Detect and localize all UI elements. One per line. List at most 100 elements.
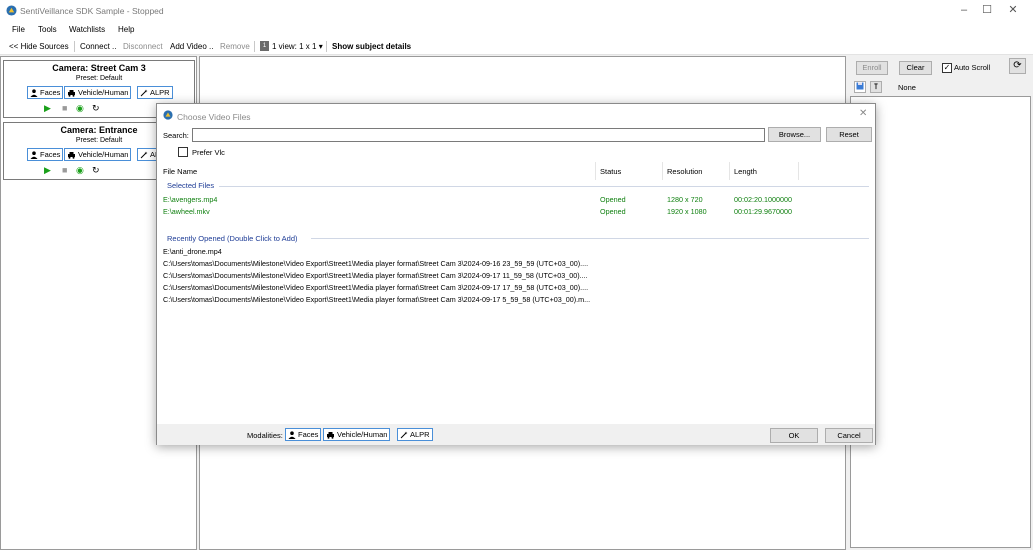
vehicle-icon xyxy=(327,432,334,439)
subjects-list[interactable] xyxy=(850,96,1031,548)
column-header-status[interactable]: Status xyxy=(600,167,621,176)
rotate-view-button[interactable]: ⟳ xyxy=(1009,58,1026,74)
alpr-toggle[interactable]: ALPR xyxy=(137,86,173,99)
rotate-icon: ⟳ xyxy=(1013,60,1022,71)
auto-scroll-label: Auto Scroll xyxy=(954,63,991,72)
cancel-button[interactable]: Cancel xyxy=(825,428,873,443)
camera-title: Camera: Street Cam 3 xyxy=(52,63,146,73)
selected-file-length: 00:01:29.9670000 xyxy=(734,207,792,216)
recent-file-item[interactable]: C:\Users\tomas\Documents\Milestone\Video… xyxy=(163,259,588,268)
refresh-icon[interactable]: ↻ xyxy=(92,104,100,113)
vehicle-human-toggle[interactable]: Vehicle/Human xyxy=(323,428,391,441)
eye-icon[interactable]: ◉ xyxy=(76,166,84,175)
close-icon: ✕ xyxy=(859,108,868,119)
toolbar-separator xyxy=(74,41,75,52)
selected-file-name[interactable]: E:\avengers.mp4 xyxy=(163,195,217,204)
app-logo-icon xyxy=(6,5,17,16)
prefer-vlc-label: Prefer Vlc xyxy=(192,148,225,157)
search-label: Search: xyxy=(163,131,189,140)
menu-tools[interactable]: Tools xyxy=(38,25,57,34)
column-separator xyxy=(662,162,663,180)
menu-bar: File Tools Watchlists Help xyxy=(0,22,1033,38)
chevron-down-icon: ▾ xyxy=(318,42,323,51)
column-separator xyxy=(798,162,799,180)
selected-file-resolution: 1280 x 720 xyxy=(667,195,703,204)
alpr-toggle[interactable]: ALPR xyxy=(397,428,433,441)
column-header-file-name[interactable]: File Name xyxy=(163,167,197,176)
toolbar-separator xyxy=(326,41,327,52)
modalities-label: Modalities: xyxy=(247,431,283,440)
enroll-button[interactable]: Enroll xyxy=(856,61,888,75)
dialog-title: Choose Video Files xyxy=(177,112,251,122)
add-video-button[interactable]: Add Video .. xyxy=(170,42,213,51)
stop-icon[interactable]: ■ xyxy=(62,104,67,113)
disk-icon xyxy=(856,82,864,90)
group-divider xyxy=(219,186,869,187)
clear-button[interactable]: Clear xyxy=(899,61,932,75)
recent-file-item[interactable]: C:\Users\tomas\Documents\Milestone\Video… xyxy=(163,271,588,280)
selected-file-status: Opened xyxy=(600,207,626,216)
stop-icon[interactable]: ■ xyxy=(62,166,67,175)
view-layout-icon: 1 xyxy=(260,41,269,51)
column-separator xyxy=(729,162,730,180)
column-separator xyxy=(595,162,596,180)
search-input[interactable] xyxy=(192,128,765,142)
ok-button[interactable]: OK xyxy=(770,428,818,443)
wand-icon xyxy=(140,151,148,159)
refresh-icon[interactable]: ↻ xyxy=(92,166,100,175)
person-icon xyxy=(288,431,296,440)
toolbar-separator xyxy=(254,41,255,52)
filter-icon: ⊺ xyxy=(873,82,879,91)
view-layout-dropdown[interactable]: 1 view: 1 x 1 ▾ xyxy=(272,42,323,51)
reset-button[interactable]: Reset xyxy=(826,127,872,142)
wand-icon xyxy=(400,431,408,439)
menu-watchlists[interactable]: Watchlists xyxy=(69,25,105,34)
checkmark-icon: ✓ xyxy=(943,63,951,72)
recent-file-item[interactable]: C:\Users\tomas\Documents\Milestone\Video… xyxy=(163,295,590,304)
faces-toggle[interactable]: Faces xyxy=(27,148,64,161)
filter-button[interactable]: ⊺ xyxy=(870,81,882,93)
toolbar: << Hide Sources Connect .. Disconnect Ad… xyxy=(0,38,1033,55)
column-header-length[interactable]: Length xyxy=(734,167,757,176)
camera-preset: Preset: Default xyxy=(75,75,123,82)
menu-help[interactable]: Help xyxy=(118,25,134,34)
column-header-resolution[interactable]: Resolution xyxy=(667,167,702,176)
selected-file-status: Opened xyxy=(600,195,626,204)
dialog-footer: Modalities: Faces Vehicle/Human ALPR OK … xyxy=(157,424,875,445)
faces-toggle[interactable]: Faces xyxy=(27,86,64,99)
auto-scroll-checkbox[interactable]: ✓ xyxy=(942,63,952,73)
vehicle-icon xyxy=(68,90,75,97)
person-icon xyxy=(30,151,38,160)
window-title: SentiVeillance SDK Sample - Stopped xyxy=(20,6,164,16)
choose-video-files-dialog: Choose Video Files ✕ Search: Browse... R… xyxy=(156,103,876,445)
save-button[interactable] xyxy=(854,81,866,93)
eye-icon[interactable]: ◉ xyxy=(76,104,84,113)
play-icon[interactable]: ▶ xyxy=(44,104,51,113)
recent-file-item[interactable]: E:\anti_drone.mp4 xyxy=(163,247,222,256)
close-window-button[interactable]: ✕ xyxy=(990,0,1033,22)
browse-button[interactable]: Browse... xyxy=(768,127,821,142)
vehicle-icon xyxy=(68,152,75,159)
app-logo-icon xyxy=(163,110,173,120)
filter-value: None xyxy=(898,83,916,92)
dialog-close-button[interactable]: ✕ xyxy=(859,108,867,119)
vehicle-human-toggle[interactable]: Vehicle/Human xyxy=(64,86,132,99)
selected-file-resolution: 1920 x 1080 xyxy=(667,207,707,216)
selected-file-name[interactable]: E:\awheel.mkv xyxy=(163,207,210,216)
show-subject-details-button[interactable]: Show subject details xyxy=(332,42,411,51)
wand-icon xyxy=(140,89,148,97)
disconnect-button[interactable]: Disconnect xyxy=(123,42,163,51)
view-layout-label: 1 view: 1 x 1 xyxy=(272,42,317,51)
group-divider xyxy=(311,238,869,239)
menu-file[interactable]: File xyxy=(12,25,25,34)
faces-toggle[interactable]: Faces xyxy=(285,428,322,441)
vehicle-human-toggle[interactable]: Vehicle/Human xyxy=(64,148,132,161)
connect-button[interactable]: Connect .. xyxy=(80,42,116,51)
remove-button[interactable]: Remove xyxy=(220,42,250,51)
play-icon[interactable]: ▶ xyxy=(44,166,51,175)
person-icon xyxy=(30,89,38,98)
close-icon: ✕ xyxy=(1008,4,1018,16)
prefer-vlc-checkbox[interactable] xyxy=(178,147,188,157)
hide-sources-button[interactable]: << Hide Sources xyxy=(9,42,69,51)
recent-file-item[interactable]: C:\Users\tomas\Documents\Milestone\Video… xyxy=(163,283,588,292)
